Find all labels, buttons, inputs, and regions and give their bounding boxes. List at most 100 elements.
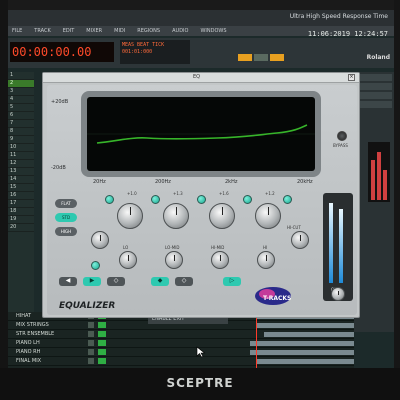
track-number[interactable]: 19 (8, 216, 34, 224)
gain-label: +1.3 (173, 191, 183, 196)
band-enable-led[interactable] (151, 195, 160, 204)
device-brand: Roland (366, 54, 390, 61)
track-number[interactable]: 4 (8, 96, 34, 104)
audio-clip[interactable] (264, 332, 354, 337)
eq-curve (87, 124, 315, 144)
audio-clip[interactable] (257, 323, 354, 328)
shape-button[interactable]: ▷ (223, 277, 241, 286)
band-enable-led[interactable] (105, 195, 114, 204)
menu-item[interactable]: AUDIO (172, 28, 188, 34)
bypass-button[interactable] (337, 131, 347, 141)
equalizer-plugin-window[interactable]: EQ × +20dB -20dB 20Hz 200Hz 2kHz 20kHz B… (42, 72, 360, 318)
track-number[interactable]: 10 (8, 144, 34, 152)
menu-item[interactable]: MIXER (86, 28, 102, 34)
bar-counter[interactable]: MEAS BEAT TICK 001:01:000 (120, 40, 190, 64)
track-number[interactable]: 2 (8, 80, 34, 88)
record-button[interactable] (98, 340, 106, 346)
mute-button[interactable] (88, 322, 94, 328)
mute-button[interactable] (88, 340, 94, 346)
meter-bar-left (329, 203, 333, 283)
track-label: FINAL MIX (16, 358, 42, 364)
track-number[interactable]: 14 (8, 176, 34, 184)
mode-button-std[interactable]: STD (55, 213, 77, 222)
shape-button[interactable]: ◆ (151, 277, 169, 286)
menu-item[interactable]: MIDI (114, 28, 125, 34)
track-number[interactable]: 11 (8, 152, 34, 160)
track-row[interactable]: STR ENSEMBLE (8, 330, 354, 339)
close-button[interactable]: × (348, 74, 355, 81)
shape-button[interactable]: ▶ (83, 277, 101, 286)
mute-button[interactable] (88, 331, 94, 337)
gain-knob[interactable] (255, 203, 281, 229)
track-number[interactable]: 3 (8, 88, 34, 96)
shape-button[interactable]: ◀ (59, 277, 77, 286)
mouse-cursor-icon (196, 346, 206, 358)
track-row[interactable]: PIANO RH (8, 348, 354, 357)
gain-knob[interactable] (163, 203, 189, 229)
track-number[interactable]: 13 (8, 168, 34, 176)
band-enable-led[interactable] (243, 195, 252, 204)
daw-clock: 11:06:2019 12:24:57 (307, 30, 388, 38)
audio-clip[interactable] (250, 350, 354, 355)
track-number[interactable]: 9 (8, 136, 34, 144)
band-enable-led[interactable] (283, 195, 292, 204)
plugin-titlebar[interactable]: EQ × (43, 73, 359, 83)
shape-button[interactable]: ◇ (107, 277, 125, 286)
toggle-button[interactable] (270, 54, 284, 61)
track-number[interactable]: 15 (8, 184, 34, 192)
freq-label: 20Hz (93, 179, 106, 185)
track-number[interactable]: 18 (8, 208, 34, 216)
gain-knob[interactable] (209, 203, 235, 229)
q-knob[interactable] (91, 231, 109, 249)
track-number[interactable]: 12 (8, 160, 34, 168)
menu-item[interactable]: FILE (12, 28, 22, 34)
playhead[interactable] (256, 314, 257, 368)
mute-button[interactable] (88, 349, 94, 355)
track-row[interactable]: FINAL MIX (8, 357, 354, 366)
track-number[interactable]: 16 (8, 192, 34, 200)
record-button[interactable] (98, 349, 106, 355)
eq-curve-display[interactable] (87, 97, 315, 171)
audio-clip[interactable] (250, 341, 354, 346)
menu-item[interactable]: REGIONS (137, 28, 160, 34)
menu-item[interactable]: EDIT (63, 28, 75, 34)
audio-clip[interactable] (257, 359, 354, 364)
freq-knob[interactable] (165, 251, 183, 269)
plugin-window-title: EQ (193, 74, 201, 80)
track-number[interactable]: 1 (8, 72, 34, 80)
freq-knob[interactable] (257, 251, 275, 269)
freq-knob[interactable] (211, 251, 229, 269)
track-number[interactable]: 6 (8, 112, 34, 120)
monitor-screen: Ultra High Speed Response Time FILE TRACK… (8, 10, 394, 368)
daw-status-bar: Ultra High Speed Response Time (8, 10, 394, 26)
track-number[interactable]: 17 (8, 200, 34, 208)
freq-knob[interactable] (119, 251, 137, 269)
gain-label: +1.6 (219, 191, 229, 196)
record-button[interactable] (98, 322, 106, 328)
band-enable-led[interactable] (197, 195, 206, 204)
track-number[interactable]: 5 (8, 104, 34, 112)
mute-button[interactable] (88, 358, 94, 364)
hi-cut-knob[interactable] (291, 231, 309, 249)
band-label: HI (263, 245, 268, 250)
track-label: MIX STRINGS (16, 322, 49, 328)
track-row[interactable]: PIANO LH (8, 339, 354, 348)
mode-button-flat[interactable]: FLAT (55, 199, 77, 208)
mode-button-high[interactable]: HIGH (55, 227, 77, 236)
track-number[interactable]: 7 (8, 120, 34, 128)
record-button[interactable] (98, 358, 106, 364)
shape-button[interactable]: ◇ (175, 277, 193, 286)
track-number[interactable]: 20 (8, 224, 34, 232)
gain-knob[interactable] (117, 203, 143, 229)
output-knob[interactable] (331, 287, 345, 301)
toggle-button[interactable] (238, 54, 252, 61)
bar-counter-line: MEAS BEAT TICK (122, 42, 165, 48)
menu-item[interactable]: TRACK (34, 28, 50, 34)
record-button[interactable] (98, 331, 106, 337)
time-counter[interactable]: 00:00:00.00 (10, 42, 114, 62)
menu-item[interactable]: WINDOWS (200, 28, 226, 34)
track-number[interactable]: 8 (8, 128, 34, 136)
band-enable-led[interactable] (91, 261, 100, 270)
t-racks-logo: T-RACKS (255, 287, 291, 305)
toggle-button[interactable] (254, 54, 268, 61)
